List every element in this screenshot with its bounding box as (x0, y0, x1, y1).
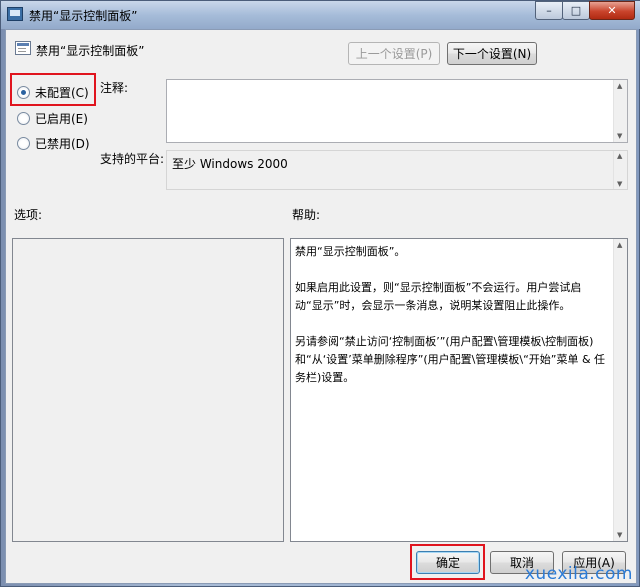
radio-indicator[interactable] (17, 112, 30, 125)
scroll-up-icon[interactable]: ▲ (617, 82, 622, 90)
close-button[interactable]: ✕ (589, 1, 635, 20)
scroll-down-icon[interactable]: ▼ (617, 132, 622, 140)
help-text: 禁用“显示控制面板”。 如果启用此设置，则“显示控制面板”不会运行。用户尝试启动… (295, 245, 606, 384)
dialog-window: 禁用“显示控制面板” – □ ✕ 禁用“显示控制面板” 上一个设置(P) 下一个… (0, 0, 640, 587)
title-bar[interactable]: 禁用“显示控制面板” – □ ✕ (1, 1, 640, 29)
minimize-button[interactable]: – (535, 1, 563, 20)
maximize-button[interactable]: □ (562, 1, 590, 20)
scroll-down-icon[interactable]: ▼ (617, 180, 622, 188)
radio-label: 已启用(E) (35, 112, 88, 126)
comment-textarea[interactable]: ▲ ▼ (166, 79, 628, 143)
comment-label: 注释: (100, 81, 129, 95)
platform-field: 至少 Windows 2000 ▲ ▼ (166, 150, 628, 190)
help-scrollbar[interactable]: ▲ ▼ (613, 239, 627, 541)
dialog-body: 禁用“显示控制面板” 上一个设置(P) 下一个设置(N) 未配置(C) 已启用(… (5, 29, 637, 584)
scroll-up-icon[interactable]: ▲ (617, 241, 622, 249)
policy-name: 禁用“显示控制面板” (36, 44, 145, 58)
platform-scrollbar[interactable]: ▲ ▼ (613, 151, 627, 189)
help-panel[interactable]: 禁用“显示控制面板”。 如果启用此设置，则“显示控制面板”不会运行。用户尝试启动… (290, 238, 628, 542)
next-setting-button[interactable]: 下一个设置(N) (447, 42, 537, 65)
radio-label: 已禁用(D) (35, 137, 90, 151)
scroll-down-icon[interactable]: ▼ (617, 531, 622, 539)
scroll-up-icon[interactable]: ▲ (617, 152, 622, 160)
ok-button[interactable]: 确定 (416, 551, 480, 574)
help-label: 帮助: (292, 208, 321, 222)
comment-scrollbar[interactable]: ▲ ▼ (613, 80, 627, 142)
radio-enabled[interactable]: 已启用(E) (17, 110, 88, 127)
window-title: 禁用“显示控制面板” (29, 9, 138, 23)
platform-label: 支持的平台: (100, 152, 165, 166)
radio-disabled[interactable]: 已禁用(D) (17, 135, 90, 152)
watermark-text: xuexila.com (524, 564, 633, 584)
radio-indicator[interactable] (17, 137, 30, 150)
highlight-box (10, 73, 96, 106)
options-panel (12, 238, 284, 542)
policy-setting-icon (15, 41, 31, 55)
policy-window-icon (7, 7, 23, 21)
platform-value: 至少 Windows 2000 (172, 157, 288, 171)
options-label: 选项: (14, 208, 43, 222)
prev-setting-button[interactable]: 上一个设置(P) (348, 42, 440, 65)
caption-buttons: – □ ✕ (535, 1, 635, 20)
